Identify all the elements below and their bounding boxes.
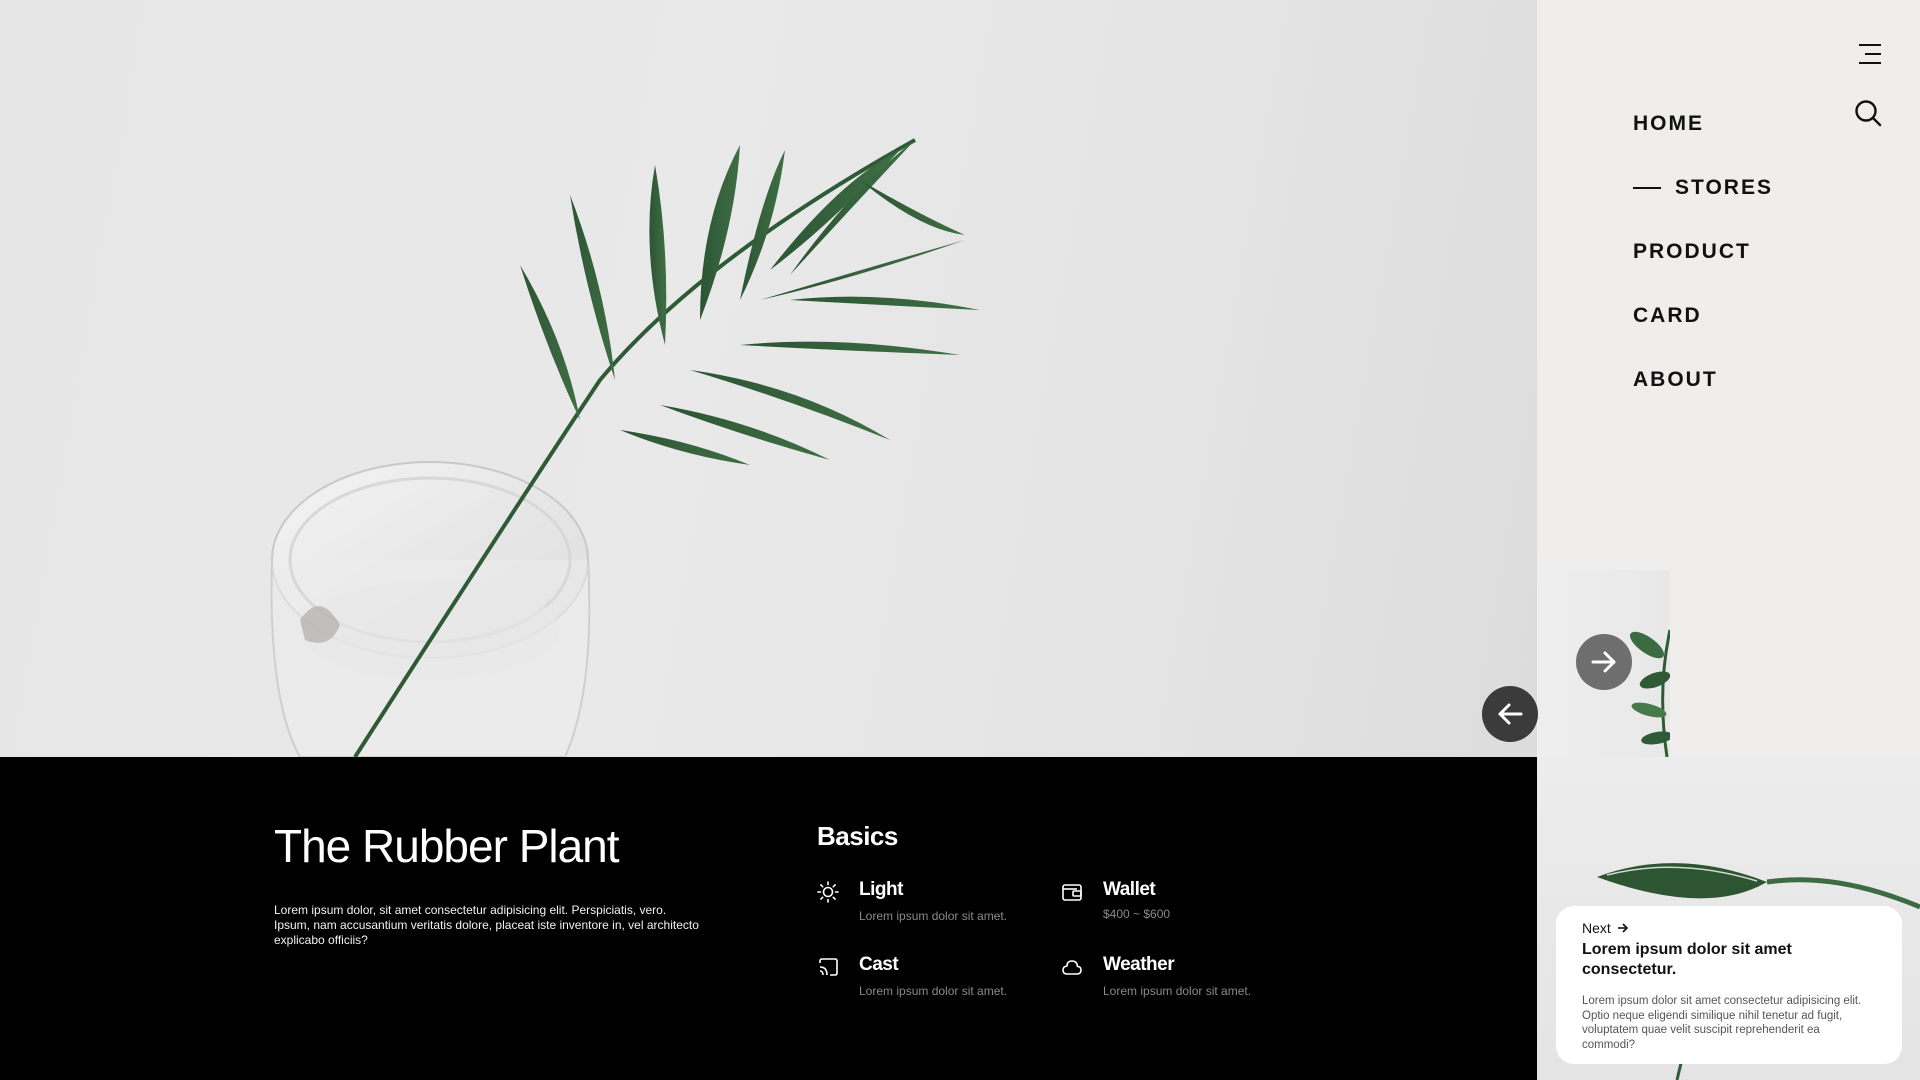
nav-item-label: HOME <box>1633 112 1704 135</box>
arrow-right-icon <box>1617 923 1628 933</box>
nav-item-label: ABOUT <box>1633 368 1718 391</box>
basics-item-desc: Lorem ipsum dolor sit amet. <box>859 909 1008 923</box>
basics-item-name: Wallet <box>1103 879 1156 900</box>
basics-item-name: Weather <box>1103 954 1175 975</box>
basics-item-name: Light <box>859 879 903 900</box>
next-product-card[interactable]: Next Lorem ipsum dolor sit amet consecte… <box>1556 906 1902 1064</box>
product-info-panel: The Rubber Plant Lorem ipsum dolor, sit … <box>0 757 1537 1080</box>
basics-item-name: Cast <box>859 954 899 975</box>
wallet-icon <box>1062 884 1082 901</box>
basics-item-desc: $400 ~ $600 <box>1103 907 1171 921</box>
next-label: Next <box>1582 920 1611 936</box>
sun-icon <box>817 881 839 903</box>
sidebar-nav-panel: HOME STORES PRODUCT CARD ABOUT <box>1537 0 1920 570</box>
basics-heading: Basics <box>817 821 898 851</box>
search-icon[interactable] <box>1853 98 1883 128</box>
nav-item-about[interactable]: ABOUT <box>1633 348 1773 412</box>
next-link[interactable]: Next <box>1582 920 1876 936</box>
main-nav: HOME STORES PRODUCT CARD ABOUT <box>1633 92 1773 412</box>
nav-item-card[interactable]: CARD <box>1633 284 1773 348</box>
next-card-body: Lorem ipsum dolor sit amet consectetur a… <box>1582 995 1862 1051</box>
sidebar-filler <box>1670 570 1920 757</box>
next-card-title: Lorem ipsum dolor sit amet consectetur. <box>1582 941 1792 978</box>
arrow-right-icon <box>1591 651 1616 673</box>
nav-item-stores[interactable]: STORES <box>1633 156 1773 220</box>
menu-icon[interactable] <box>1855 44 1881 66</box>
nav-item-label: STORES <box>1675 176 1773 199</box>
active-indicator <box>1633 187 1661 189</box>
basics-item-desc: Lorem ipsum dolor sit amet. <box>859 984 1008 998</box>
product-description: Lorem ipsum dolor, sit amet consectetur … <box>274 903 699 947</box>
cast-icon <box>819 958 838 976</box>
nav-item-home[interactable]: HOME <box>1633 92 1773 156</box>
nav-item-label: CARD <box>1633 304 1702 327</box>
hero-image <box>0 0 1537 757</box>
arrow-left-icon <box>1498 703 1523 725</box>
basics-item-desc: Lorem ipsum dolor sit amet. <box>1103 984 1252 998</box>
nav-item-label: PRODUCT <box>1633 240 1751 263</box>
nav-item-product[interactable]: PRODUCT <box>1633 220 1773 284</box>
product-title: The Rubber Plant <box>274 820 620 872</box>
plant-in-glass-illustration <box>270 138 980 757</box>
next-slide-button[interactable] <box>1576 634 1632 690</box>
cloud-icon <box>1062 960 1082 975</box>
prev-slide-button[interactable] <box>1482 686 1538 742</box>
